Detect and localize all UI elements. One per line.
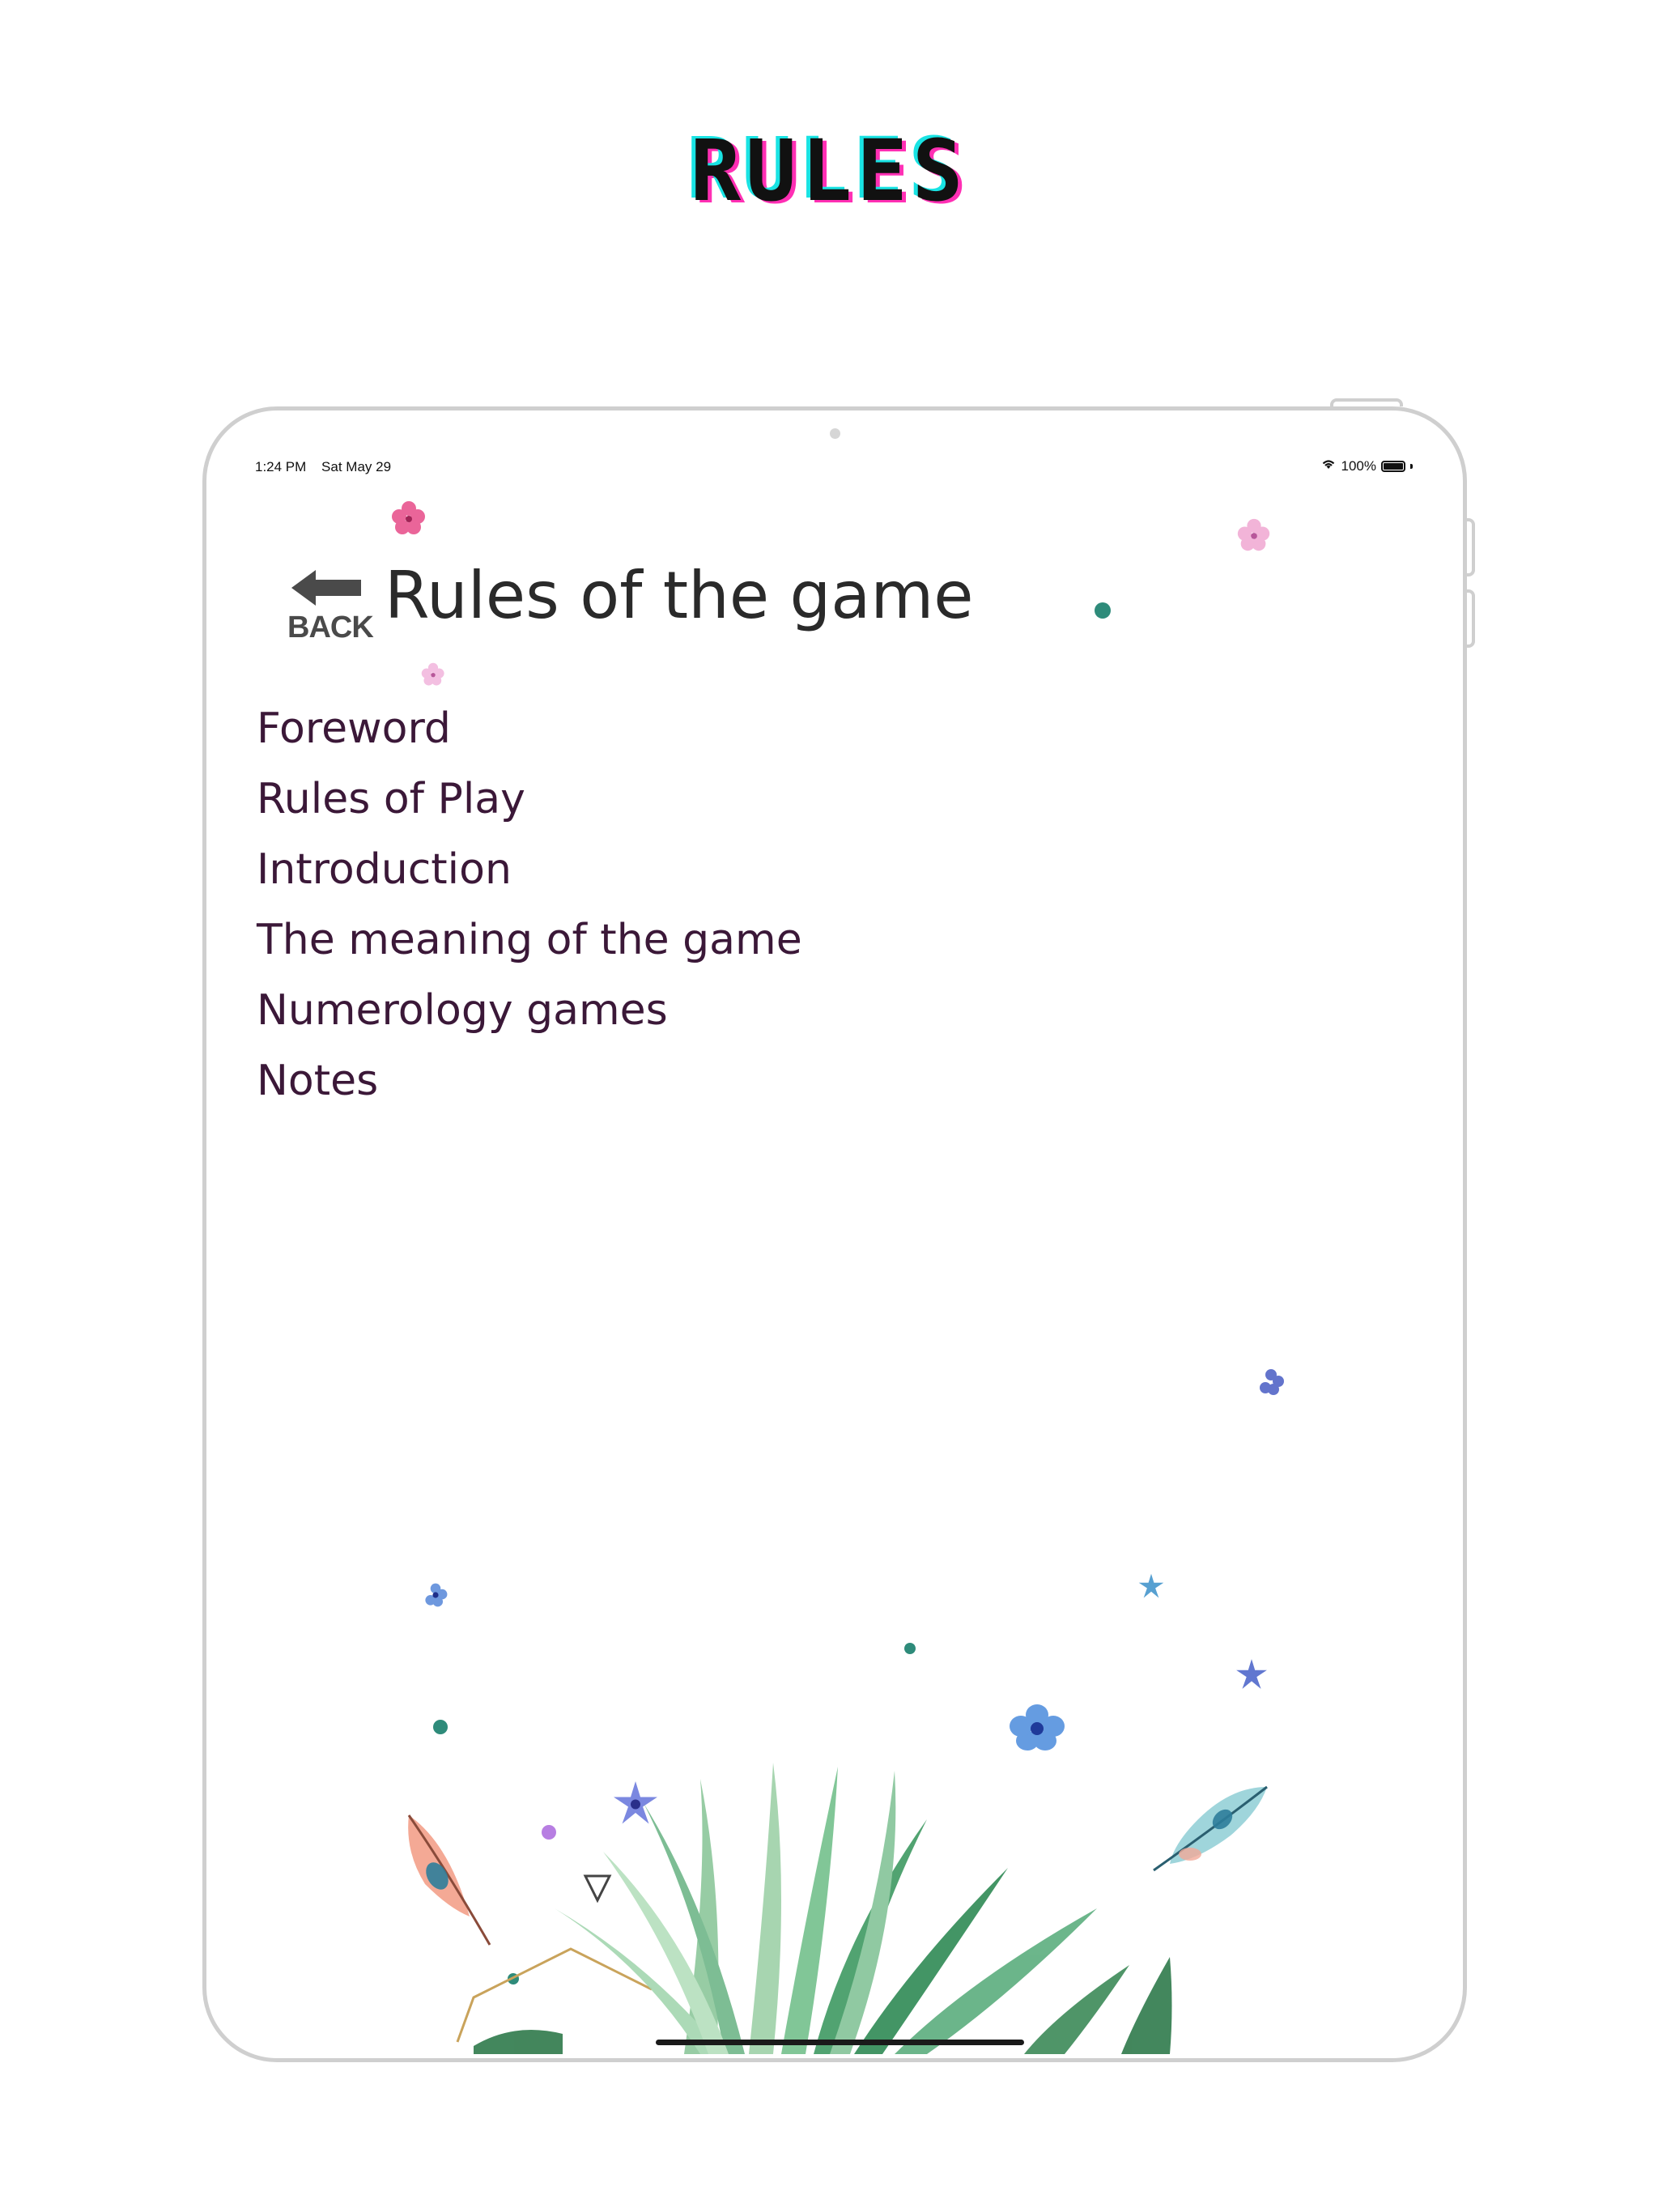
battery-icon [1381, 460, 1405, 472]
front-camera [830, 428, 840, 439]
teal-dot-icon [1095, 602, 1111, 619]
device-top-button [1330, 398, 1403, 406]
small-pink-flower-icon [421, 662, 444, 686]
blue-flower-icon [425, 1583, 448, 1607]
back-arrow-icon [291, 570, 361, 606]
status-time: 1:24 PM [255, 459, 307, 474]
screen-title: Rules of the game [385, 558, 974, 633]
page-headline: RULES [690, 121, 968, 220]
rules-menu-list: Foreword Rules of Play Introduction The … [257, 694, 802, 1117]
tablet-frame: 1:24 PM Sat May 29 100% BACK Rules of th… [202, 406, 1467, 2062]
device-volume-down-button [1467, 589, 1475, 648]
tropical-leaves-illustration [456, 1763, 1172, 2054]
teal-dot-icon [904, 1643, 916, 1654]
battery-tip [1410, 463, 1413, 469]
menu-item-numerology-games[interactable]: Numerology games [257, 976, 802, 1046]
menu-item-meaning-of-game[interactable]: The meaning of the game [257, 905, 802, 976]
home-indicator[interactable] [656, 2040, 1024, 2045]
status-left: 1:24 PM Sat May 29 [255, 459, 402, 475]
menu-item-introduction[interactable]: Introduction [257, 835, 802, 905]
status-bar: 1:24 PM Sat May 29 100% [255, 457, 1413, 483]
back-button[interactable]: BACK [287, 568, 375, 649]
menu-item-foreword[interactable]: Foreword [257, 694, 802, 764]
teal-dot-icon [433, 1720, 448, 1734]
light-pink-flower-icon [1237, 518, 1270, 551]
wifi-icon [1320, 457, 1337, 474]
pink-flower-icon [392, 501, 425, 534]
device-volume-up-button [1467, 518, 1475, 576]
blue-star-flower-icon [1236, 1659, 1267, 1689]
status-date: Sat May 29 [321, 459, 392, 474]
back-label: BACK [287, 610, 374, 644]
status-right: 100% [1320, 457, 1413, 474]
battery-percent: 100% [1341, 457, 1376, 474]
large-blue-flower-icon [1010, 1704, 1065, 1750]
app-store-screenshot: RULES 1:24 PM Sat May 29 100% BACK Rules… [0, 0, 1658, 2212]
blue-flower-icon [1260, 1369, 1284, 1395]
blue-star-flower-icon [1138, 1573, 1164, 1598]
menu-item-notes[interactable]: Notes [257, 1046, 802, 1117]
menu-item-rules-of-play[interactable]: Rules of Play [257, 764, 802, 835]
